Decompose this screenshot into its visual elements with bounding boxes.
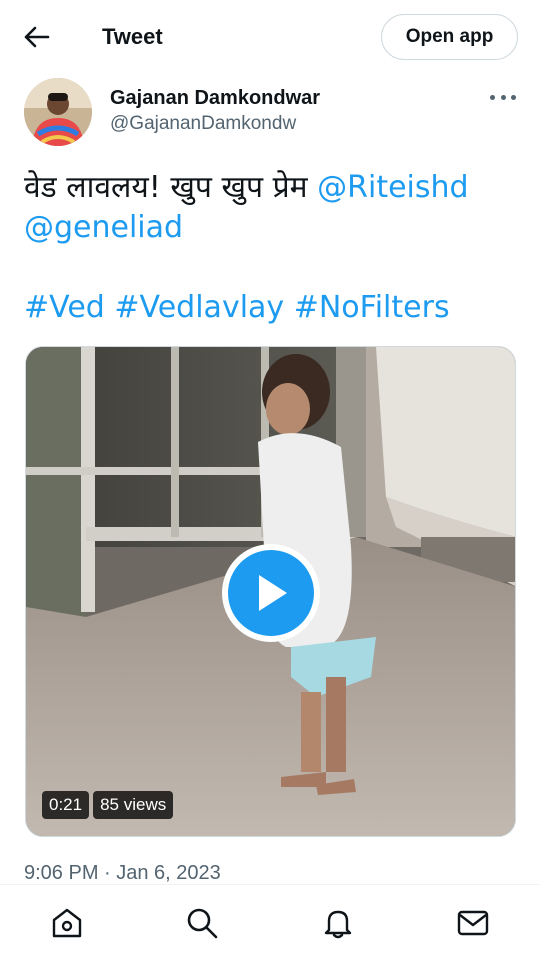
more-options-button[interactable] bbox=[490, 90, 516, 104]
video-views: 85 views bbox=[93, 791, 174, 819]
hashtag-link[interactable]: #Ved bbox=[24, 290, 105, 325]
top-bar: Tweet Open app bbox=[0, 0, 540, 74]
author-name[interactable]: Gajanan Damkondwar bbox=[110, 86, 320, 110]
mention-link[interactable]: @geneliad bbox=[24, 210, 183, 245]
search-icon bbox=[187, 908, 218, 939]
play-icon bbox=[259, 575, 287, 611]
tweet-hashtags: #Ved #Vedlavlay #NoFilters bbox=[24, 288, 520, 328]
hashtag-link[interactable]: #NoFilters bbox=[294, 290, 450, 325]
tweet-author: Gajanan Damkondwar @GajananDamkondw bbox=[24, 78, 524, 150]
nav-messages-button[interactable] bbox=[455, 905, 491, 941]
messages-icon bbox=[457, 910, 489, 936]
more-dot-icon bbox=[490, 94, 495, 100]
avatar[interactable] bbox=[24, 78, 92, 146]
home-icon bbox=[52, 908, 82, 938]
mention-link[interactable]: @Riteishd bbox=[317, 170, 468, 205]
video-player[interactable]: 0:21 85 views bbox=[25, 346, 516, 837]
hashtag-link[interactable]: #Vedlavlay bbox=[114, 290, 284, 325]
more-dot-icon bbox=[500, 94, 506, 100]
open-app-button[interactable]: Open app bbox=[381, 14, 518, 60]
more-dot-icon bbox=[511, 94, 516, 100]
nav-home-button[interactable] bbox=[49, 905, 85, 941]
nav-search-button[interactable] bbox=[184, 905, 220, 941]
video-duration: 0:21 bbox=[42, 791, 90, 819]
tweet-text-body: वेड लावलय! खुप खुप प्रेम bbox=[24, 170, 318, 205]
tweet-timestamp[interactable]: 9:06 PM · Jan 6, 2023 bbox=[24, 860, 221, 886]
arrow-left-icon bbox=[24, 26, 50, 48]
bottom-navigation bbox=[0, 884, 540, 960]
avatar-image bbox=[24, 78, 92, 146]
play-button[interactable] bbox=[222, 544, 320, 642]
nav-notifications-button[interactable] bbox=[320, 905, 356, 941]
page-title: Tweet bbox=[102, 24, 163, 49]
back-button[interactable] bbox=[20, 22, 54, 52]
notifications-icon bbox=[324, 910, 352, 939]
play-button-inner bbox=[228, 550, 314, 636]
video-info-badges: 0:21 85 views bbox=[42, 791, 174, 819]
tweet-text: वेड लावलय! खुप खुप प्रेम @Riteishd @gene… bbox=[24, 168, 520, 248]
author-handle[interactable]: @GajananDamkondw bbox=[110, 112, 296, 136]
